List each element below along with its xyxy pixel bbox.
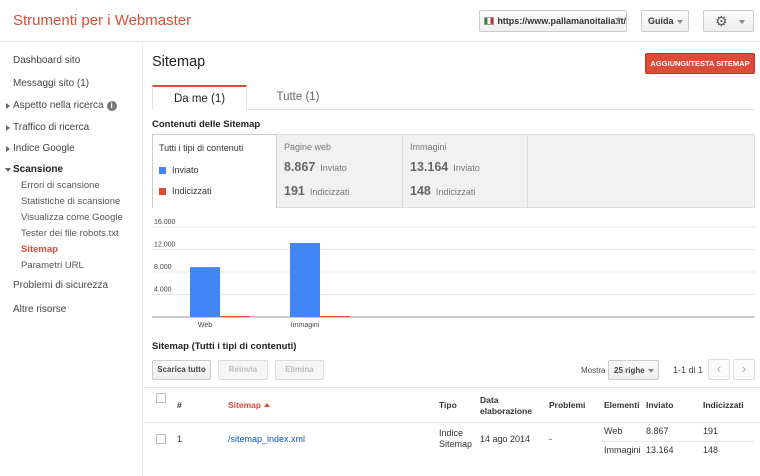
info-icon[interactable]: i	[106, 101, 117, 111]
site-favicon-icon	[484, 17, 495, 25]
sidebar-item-messages[interactable]: Messaggi sito (1)	[13, 78, 89, 89]
tab-by-me[interactable]: Da me (1)	[152, 85, 247, 110]
summary-web-label: Pagine web	[284, 142, 332, 152]
row-problems: -	[549, 434, 552, 444]
table-divider	[143, 387, 760, 388]
row-web-submitted: 8.867	[646, 426, 669, 436]
bar-indexed-immagini	[320, 316, 350, 317]
chevron-right-icon: ›	[741, 361, 747, 376]
x-tick-label: Web	[198, 322, 212, 329]
site-url: https://www.pallamanoitalia.it/	[497, 16, 626, 26]
sitemap-bar-chart: 16.000 12.000 8.000 4.000 Web Immagini	[152, 219, 755, 329]
sidebar-item-google-index[interactable]: Indice Google	[6, 143, 75, 154]
row-sitemap-link[interactable]: /sitemap_index.xml	[228, 434, 305, 445]
sidebar-item-dashboard[interactable]: Dashboard sito	[13, 55, 80, 66]
summary-web-submitted: 8.867 Inviato	[284, 160, 347, 174]
chevron-left-icon: ‹	[716, 361, 722, 376]
help-button[interactable]: Guida	[641, 10, 689, 32]
pager-text: 1-1 di 1	[673, 365, 704, 375]
row-images-indexed: 148	[703, 445, 719, 455]
legend-swatch-submitted	[159, 166, 166, 174]
chevron-down-icon	[615, 18, 621, 22]
sort-asc-icon	[264, 403, 271, 407]
sitemap-list-title: Sitemap (Tutti i tipi di contenuti)	[152, 341, 297, 352]
bar-submitted-immagini	[290, 242, 320, 317]
sidebar-subitem-fetch-as-google[interactable]: Visualizza come Google	[21, 212, 123, 223]
y-tick-label: 8.000	[154, 264, 172, 271]
col-submitted[interactable]: Inviato	[646, 400, 673, 411]
row-type: Indice Sitemap	[439, 428, 473, 449]
sitemap-contents-label: Contenuti delle Sitemap	[152, 119, 261, 130]
col-problems[interactable]: Problemi	[549, 400, 585, 411]
app-title[interactable]: Strumenti per i Webmaster	[13, 12, 191, 29]
chevron-down-icon	[648, 369, 654, 373]
settings-button[interactable]: ⚙	[703, 10, 754, 32]
y-tick-label: 12.000	[154, 242, 176, 249]
row-images-submitted: 13.164	[646, 445, 674, 455]
row-checkbox[interactable]	[156, 434, 166, 444]
sidebar-subitem-crawl-stats[interactable]: Statistiche di scansione	[21, 196, 120, 207]
col-items: Elementi	[604, 400, 640, 410]
row-images-label: Immagini	[604, 445, 641, 455]
summary-images-indexed: 148 Indicizzati	[410, 184, 476, 198]
delete-button[interactable]: Elimina	[275, 360, 324, 380]
prev-page-button[interactable]: ‹	[708, 359, 730, 380]
show-rows-label: Mostra	[581, 366, 606, 375]
bar-submitted-web	[190, 267, 220, 317]
sidebar-subitem-crawl-errors[interactable]: Errori di scansione	[21, 180, 100, 191]
col-indexed[interactable]: Indicizzati	[703, 400, 744, 411]
next-page-button[interactable]: ›	[733, 359, 755, 380]
y-tick-label: 4.000	[154, 287, 172, 294]
page-title: Sitemap	[152, 54, 206, 70]
col-type[interactable]: Tipo	[439, 400, 457, 411]
row-web-label: Web	[604, 426, 623, 436]
sidebar-item-search-traffic[interactable]: Traffico di ricerca	[5, 122, 89, 133]
row-number: 1	[177, 434, 183, 444]
sidebar-item-crawl[interactable]: Scansione	[4, 164, 63, 175]
chevron-down-icon	[677, 20, 683, 24]
row-subdivider	[601, 441, 754, 442]
legend-submitted: Inviato	[159, 165, 199, 175]
chevron-down-icon	[739, 20, 745, 24]
col-sitemap-sort[interactable]: Sitemap	[228, 400, 271, 411]
row-date: 14 ago 2014	[480, 434, 531, 444]
sidebar-subitem-url-parameters[interactable]: Parametri URL	[21, 260, 84, 271]
x-tick-label: Immagini	[291, 322, 320, 329]
sidebar-item-search-appearance[interactable]: Aspetto nella ricerca i	[6, 100, 117, 111]
rows-per-page-select[interactable]: 25 righe	[608, 360, 659, 380]
summary-all-types[interactable]: Tutti i tipi di contenuti Inviato Indici…	[152, 134, 277, 208]
summary-all-types-label: Tutti i tipi di contenuti	[159, 143, 244, 153]
legend-indexed: Indicizzati	[159, 186, 212, 196]
resend-button[interactable]: Reinvia	[218, 360, 268, 380]
sidebar-subitem-robots-tester[interactable]: Tester dei file robots.txt	[21, 228, 119, 239]
table-divider	[143, 422, 760, 423]
download-all-button[interactable]: Scarica tutto	[152, 360, 211, 380]
select-all-checkbox[interactable]	[156, 393, 166, 403]
summary-web-indexed: 191 Indicizzati	[284, 184, 350, 198]
sidebar-item-other-resources[interactable]: Altre risorse	[13, 304, 66, 315]
col-number: #	[177, 400, 182, 410]
legend-swatch-indexed	[159, 187, 166, 195]
summary-web-pages[interactable]: Pagine web 8.867 Inviato 191 Indicizzati	[277, 134, 403, 208]
site-selector[interactable]: https://www.pallamanoitalia.it/	[479, 10, 627, 32]
bar-indexed-web	[220, 315, 250, 317]
y-tick-label: 16.000	[154, 219, 176, 226]
tab-all[interactable]: Tutte (1)	[248, 85, 348, 110]
col-processed-date[interactable]: Data elaborazione	[480, 395, 532, 417]
row-web-indexed: 191	[703, 426, 719, 436]
sidebar-subitem-sitemap[interactable]: Sitemap	[21, 244, 58, 255]
summary-images-submitted: 13.164 Inviato	[410, 160, 480, 174]
summary-images[interactable]: Immagini 13.164 Inviato 148 Indicizzati	[403, 134, 528, 208]
summary-images-label: Immagini	[410, 142, 447, 152]
top-bar: Strumenti per i Webmaster https://www.pa…	[0, 0, 760, 42]
add-test-sitemap-button[interactable]: AGGIUNGI/TESTA SITEMAP	[645, 53, 755, 74]
gear-icon: ⚙	[715, 13, 728, 29]
sidebar-item-security[interactable]: Problemi di sicurezza	[13, 280, 108, 291]
